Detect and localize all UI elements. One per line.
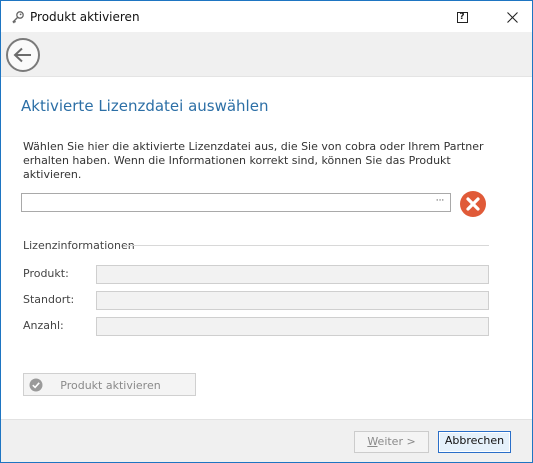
group-divider (125, 245, 489, 246)
count-field (96, 317, 489, 336)
license-file-input[interactable] (22, 194, 432, 211)
navigation-bar (1, 32, 532, 77)
close-icon (506, 11, 518, 23)
product-field (96, 265, 489, 284)
cancel-button[interactable]: Abbrechen (438, 431, 511, 453)
browse-button[interactable]: ··· (432, 194, 448, 211)
help-button[interactable]: ? (448, 5, 476, 29)
close-button[interactable] (497, 5, 527, 29)
location-label: Standort: (23, 293, 75, 306)
activate-product-label: Produkt aktivieren (60, 379, 161, 392)
page-title: Aktivierte Lizenzdatei auswählen (21, 97, 269, 115)
activation-dialog: Produkt aktivieren ? Aktivierte Lizenzda… (0, 0, 533, 463)
activate-product-button[interactable]: Produkt aktivieren (23, 373, 196, 396)
count-label: Anzahl: (23, 319, 64, 332)
page-description: Wählen Sie hier die aktivierte Lizenzdat… (23, 140, 484, 181)
license-file-picker[interactable]: ··· (21, 193, 451, 212)
window-title: Produkt aktivieren (30, 10, 140, 24)
product-label: Produkt: (23, 267, 69, 280)
clear-error-icon[interactable] (459, 190, 487, 218)
back-button[interactable] (6, 38, 40, 72)
next-button-mnemonic: W (367, 435, 378, 448)
location-field (96, 291, 489, 310)
license-info-group-label: Lizenzinformationen (23, 239, 135, 252)
key-icon (12, 11, 24, 24)
dialog-footer: Weiter > Abbrechen (1, 419, 532, 462)
help-icon: ? (456, 11, 468, 23)
back-arrow-icon (13, 47, 31, 63)
title-bar: Produkt aktivieren ? (1, 1, 532, 32)
next-button[interactable]: Weiter > (354, 431, 429, 453)
next-button-label: eiter > (377, 435, 416, 448)
